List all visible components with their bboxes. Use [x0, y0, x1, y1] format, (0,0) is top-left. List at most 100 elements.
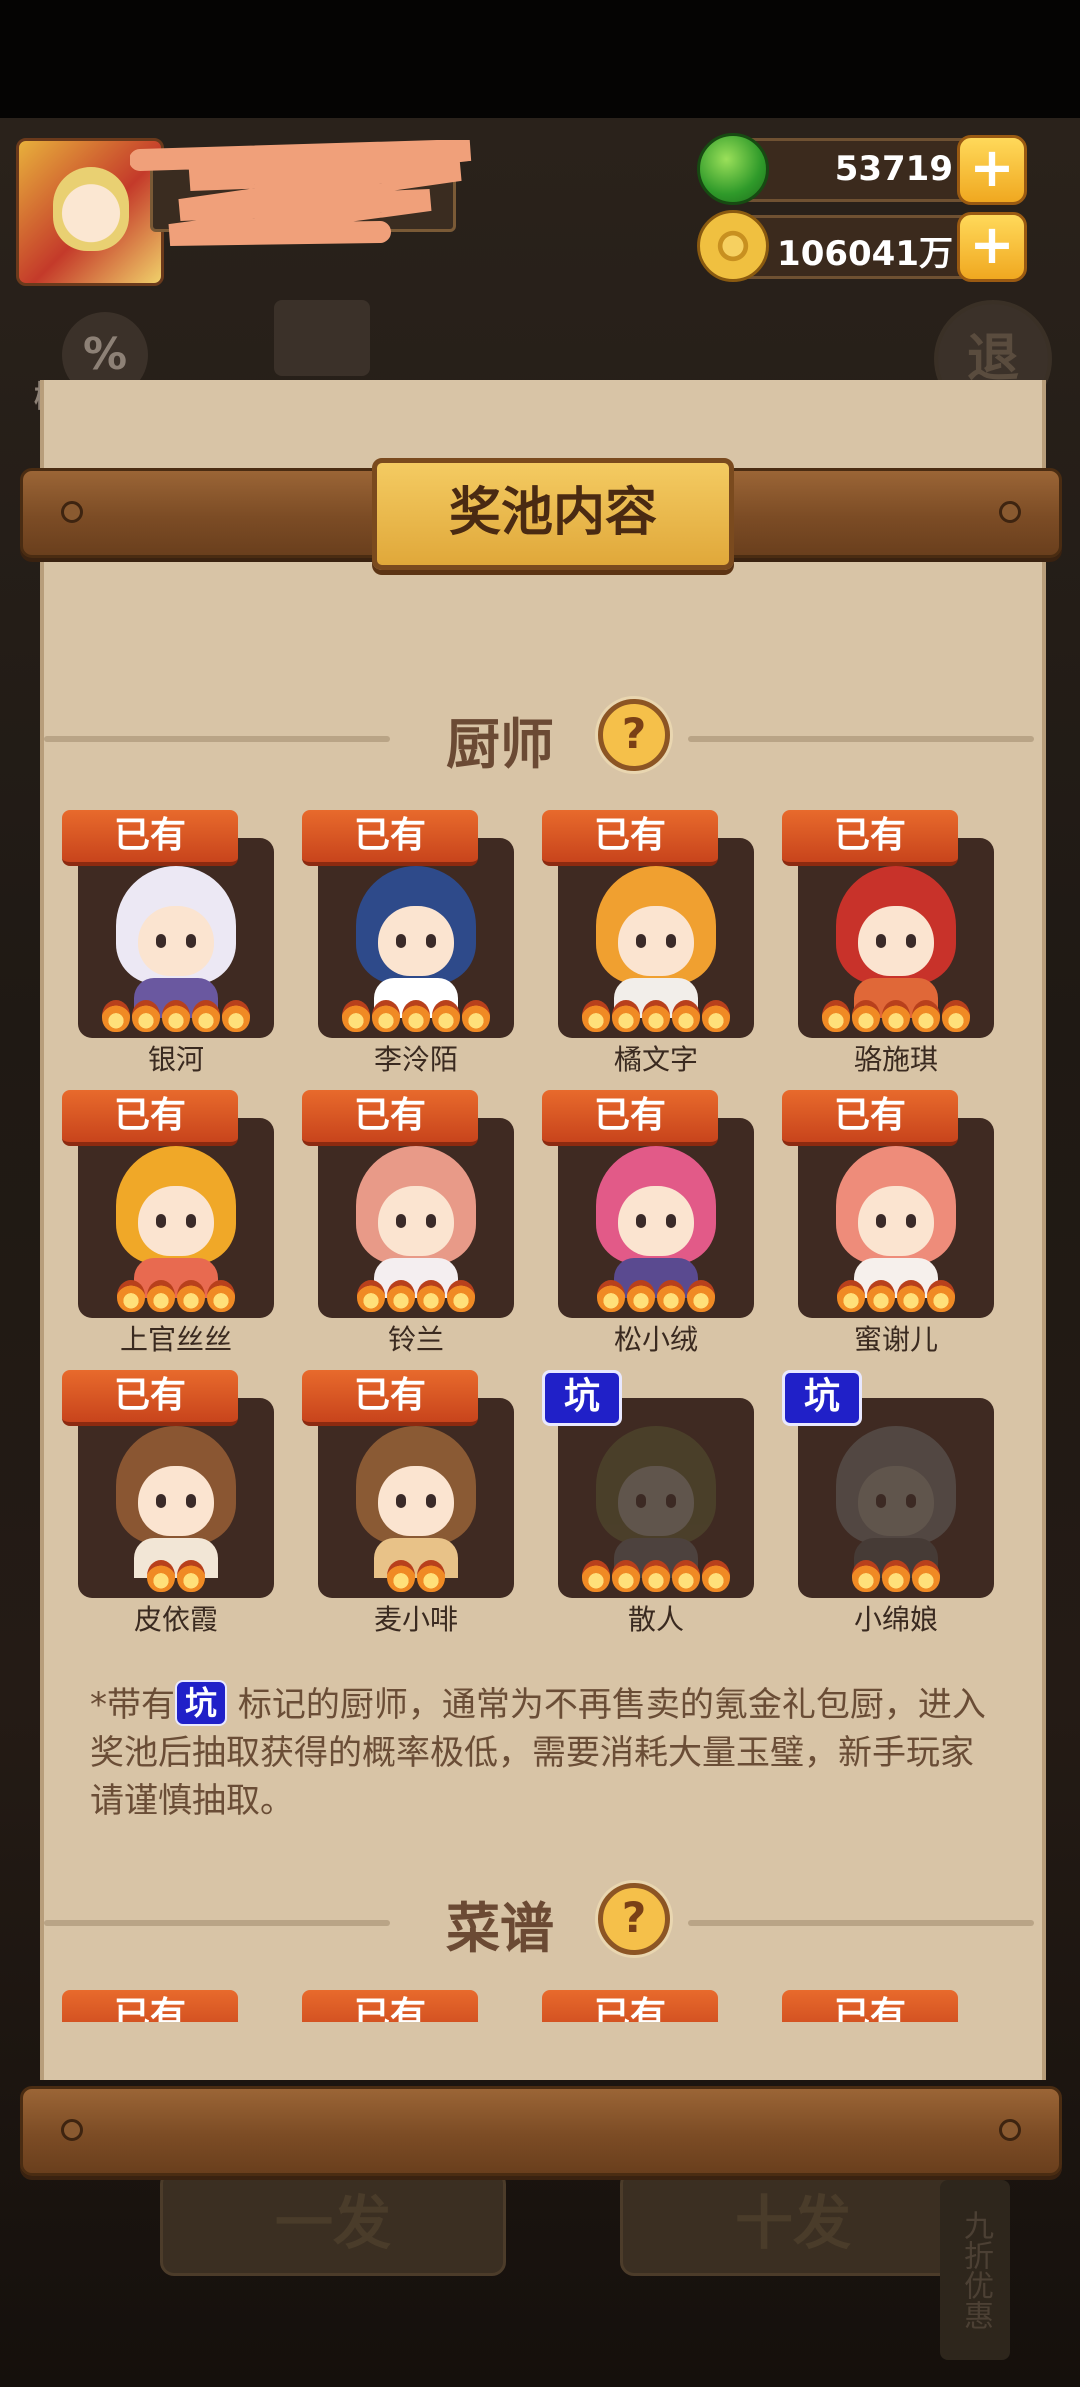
flame-icon [207, 1280, 235, 1312]
draw-ten-button[interactable]: 十发 [620, 2170, 966, 2276]
chef-card[interactable] [798, 838, 994, 1038]
divider [44, 1920, 390, 1926]
flame-icon [882, 1000, 910, 1032]
calendar-icon [274, 300, 370, 376]
chef-card[interactable] [798, 1118, 994, 1318]
redaction-scribble [130, 140, 472, 246]
flame-icon [132, 1000, 160, 1032]
owned-badge: 已有 [302, 810, 478, 866]
flame-icon [357, 1280, 385, 1312]
chef-portrait [596, 1146, 716, 1298]
chef-name: 皮依霞 [133, 1603, 218, 1636]
flame-icon [867, 1280, 895, 1312]
owned-badge: 已有 [62, 1370, 238, 1426]
pit-badge: 坑 [782, 1370, 862, 1426]
chef-portrait [116, 1146, 236, 1298]
flame-icon [147, 1280, 175, 1312]
chef-card[interactable] [78, 1398, 274, 1598]
chef-card[interactable] [558, 838, 754, 1038]
owned-badge: 已有 [62, 1090, 238, 1146]
discount-tag: 九折优惠 [940, 2180, 1010, 2360]
rarity-flames [558, 1000, 754, 1034]
owned-badge: 已有 [302, 1090, 478, 1146]
flame-icon [342, 1000, 370, 1032]
flame-icon [612, 1000, 640, 1032]
chef-card[interactable] [558, 1118, 754, 1318]
chef-portrait [356, 1426, 476, 1578]
rarity-flames [318, 1560, 514, 1594]
recipe-row-partial: 已有 已有 已有 已有 [40, 1990, 1040, 2022]
chef-card[interactable] [318, 1398, 514, 1598]
flame-icon [417, 1280, 445, 1312]
chef-portrait [596, 866, 716, 1018]
chef-portrait [836, 1426, 956, 1578]
chef-portrait [116, 866, 236, 1018]
flame-icon [702, 1560, 730, 1592]
owned-badge: 已有 [542, 810, 718, 866]
flame-icon [852, 1000, 880, 1032]
chef-card[interactable] [78, 1118, 274, 1318]
flame-icon [897, 1280, 925, 1312]
flame-icon [942, 1000, 970, 1032]
owned-badge: 已有 [302, 1990, 478, 2022]
flame-icon [612, 1560, 640, 1592]
section-title-chefs: 厨师 [446, 713, 554, 776]
chef-name: 铃兰 [387, 1323, 444, 1356]
flame-icon [582, 1560, 610, 1592]
chef-name: 麦小啡 [373, 1603, 458, 1636]
add-jade-button[interactable]: + [957, 135, 1027, 205]
flame-icon [177, 1560, 205, 1592]
chef-name: 银河 [147, 1043, 204, 1076]
flame-icon [627, 1280, 655, 1312]
add-coin-button[interactable]: + [957, 212, 1027, 282]
chef-name: 骆施琪 [853, 1043, 938, 1076]
flame-icon [447, 1280, 475, 1312]
coin-value: 106041万 [777, 234, 953, 274]
flame-icon [462, 1000, 490, 1032]
chefs-help-button[interactable]: ? [598, 699, 670, 771]
jade-icon [697, 133, 769, 205]
jade-counter: 53719 + [697, 133, 1027, 205]
chef-name: 李泠陌 [373, 1043, 458, 1076]
divider [44, 736, 390, 742]
flame-icon [882, 1560, 910, 1592]
chef-card[interactable] [318, 1118, 514, 1318]
flame-icon [597, 1280, 625, 1312]
chef-portrait [116, 1426, 236, 1578]
flame-icon [162, 1000, 190, 1032]
flame-icon [222, 1000, 250, 1032]
flame-icon [387, 1280, 415, 1312]
rarity-flames [558, 1280, 754, 1314]
flame-icon [702, 1000, 730, 1032]
coin-icon [697, 210, 769, 282]
draw-one-button[interactable]: 一发 [160, 2170, 506, 2276]
flame-icon [372, 1000, 400, 1032]
chef-card[interactable] [558, 1398, 754, 1598]
divider [688, 1920, 1034, 1926]
flame-icon [192, 1000, 220, 1032]
section-title-recipes: 菜谱 [446, 1897, 554, 1960]
chef-portrait [356, 866, 476, 1018]
flame-icon [642, 1000, 670, 1032]
flame-icon [687, 1280, 715, 1312]
recipes-help-button[interactable]: ? [598, 1883, 670, 1955]
flame-icon [117, 1280, 145, 1312]
owned-badge: 已有 [62, 810, 238, 866]
flame-icon [912, 1560, 940, 1592]
chef-portrait [596, 1426, 716, 1578]
chef-card[interactable] [798, 1398, 994, 1598]
flame-icon [177, 1280, 205, 1312]
coin-counter: 106041万 + [697, 210, 1027, 282]
chef-card[interactable] [318, 838, 514, 1038]
chef-name: 上官丝丝 [119, 1323, 232, 1356]
flame-icon [582, 1000, 610, 1032]
rarity-flames [318, 1000, 514, 1034]
divider [688, 736, 1034, 742]
rarity-flames [798, 1000, 994, 1034]
modal-title: 奖池内容 [372, 458, 734, 570]
flame-icon [147, 1560, 175, 1592]
flame-icon [402, 1000, 430, 1032]
flame-icon [672, 1000, 700, 1032]
chef-card[interactable] [78, 838, 274, 1038]
flame-icon [837, 1280, 865, 1312]
